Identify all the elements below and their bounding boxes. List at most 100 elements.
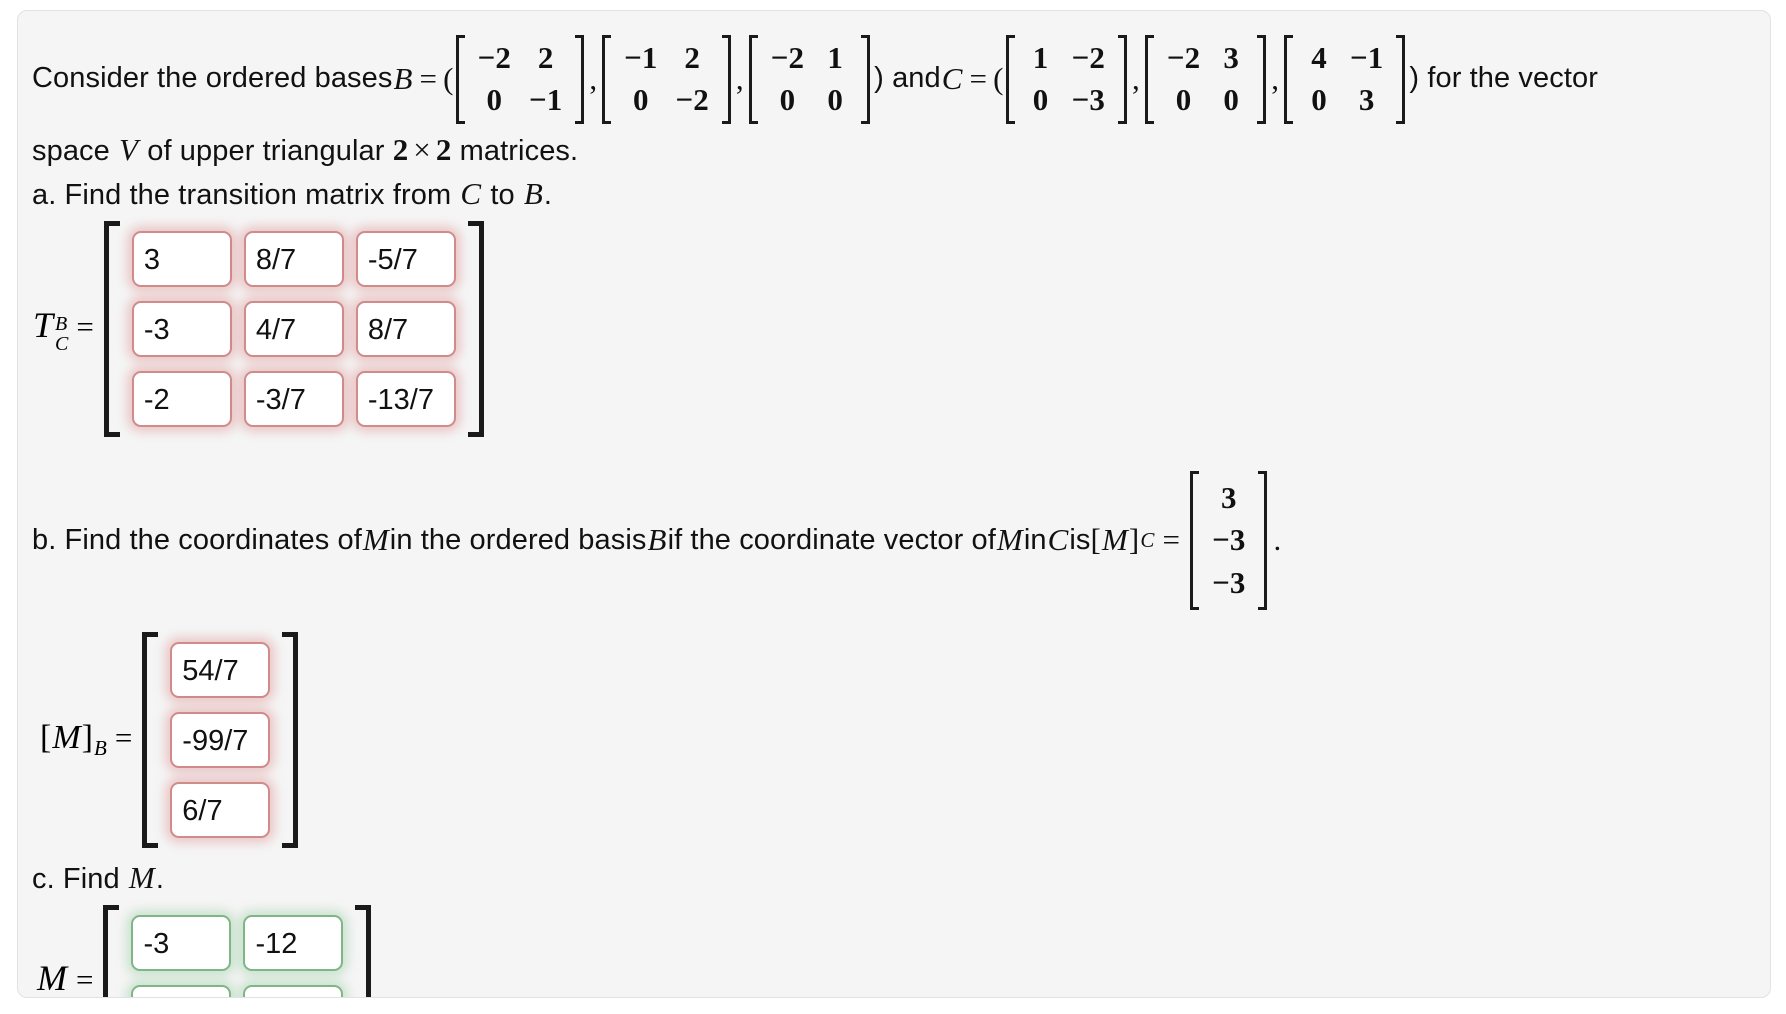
basis-b-matrix-2: −1 2 0 −2 [602, 35, 731, 124]
matrix-cell: 0 [779, 82, 796, 118]
problem-statement-line1: Consider the ordered bases B = ( −2 2 0 … [32, 35, 1740, 124]
problem-statement-line2: space V of upper triangular 2 × 2 matrices… [32, 130, 1740, 171]
part-b-input-r3[interactable]: 6/7 [170, 781, 271, 838]
part-a-input-r3c2[interactable]: -3/7 [243, 370, 344, 427]
part-c-input-r1c2[interactable]: -12 [243, 914, 344, 971]
part-a-input-r1c2[interactable]: 8/7 [243, 230, 344, 287]
matrices-text: matrices. [451, 134, 579, 167]
matrix-cell: −1 [528, 82, 563, 118]
matrix-cell: 2 [537, 40, 554, 75]
transition-matrix-indices: BC [54, 313, 69, 356]
vector-cell: 3 [1220, 479, 1237, 515]
part-a-prompt-end: . [543, 179, 553, 212]
part-a-equals: = [76, 309, 94, 345]
basis-b-symbol: B [393, 61, 413, 97]
part-b-input-r2[interactable]: -99/7 [170, 711, 271, 768]
matrix-cell: 0 [1223, 82, 1239, 118]
part-c-input-r1c1[interactable]: -3 [131, 914, 232, 971]
basis-c-symbol: C [941, 61, 963, 97]
part-b-basis-c: C [1047, 522, 1069, 558]
bracket-left [1190, 470, 1200, 610]
spacer-after-part-a [32, 437, 1740, 471]
matrix-cell: 0 [633, 82, 649, 118]
matrix-cell: 0 [1311, 82, 1327, 118]
coord-subscript-c: C [1140, 527, 1155, 552]
part-a-input-r2c1[interactable]: -3 [131, 300, 232, 357]
matrix-cell: −1 [624, 40, 658, 75]
part-b-label-subscript-b: B [93, 735, 107, 760]
bracket-right [575, 35, 585, 124]
part-a-input-r3c1[interactable]: -2 [131, 370, 232, 427]
part-c-prompt-end: . [155, 862, 164, 895]
comma-4: , [1271, 61, 1280, 97]
matrix-cell: 1 [827, 40, 843, 75]
paren-open-b: ( [443, 61, 454, 97]
part-a-input-r2c3[interactable]: 8/7 [355, 300, 456, 357]
paren-open-c: ( [993, 61, 1004, 97]
coord-bracket-close: ] [1128, 522, 1140, 558]
and-text: ) and [874, 62, 941, 95]
part-c-matrix: -3 -12 0 -18 [103, 904, 372, 997]
basis-b-matrix-3: −2 1 0 0 [748, 35, 871, 124]
coord-bracket-open: [ [1090, 522, 1101, 558]
times-symbol: × [413, 131, 431, 167]
vector-space-symbol: V [119, 131, 139, 167]
part-c-input-r2c2[interactable]: -18 [243, 984, 344, 997]
part-a-input-r1c1[interactable]: 3 [131, 230, 232, 287]
part-a-prompt-pre: a. Find the transition matrix from [32, 179, 460, 212]
part-c-label-equals: = [76, 961, 94, 997]
part-c-input-r2c1[interactable]: 0 [131, 984, 232, 997]
part-b-matrix-m-1: M [362, 522, 389, 558]
bracket-left [142, 631, 159, 848]
comma-2: , [735, 61, 744, 97]
bracket-left [1144, 35, 1154, 124]
bracket-right [861, 35, 871, 124]
part-b-period: . [1273, 522, 1282, 558]
matrix-cell: 4 [1311, 40, 1327, 75]
part-b-label-equals: = [114, 720, 133, 756]
matrix-cell: −1 [1350, 40, 1384, 75]
bracket-left [748, 35, 758, 124]
part-a-prompt-mid: to [482, 179, 523, 212]
equals-sign-1: = [419, 61, 438, 97]
basis-c-matrix-2: −2 3 0 0 [1144, 35, 1267, 124]
bracket-left [103, 904, 120, 997]
bracket-right [467, 220, 484, 437]
vector-cell: −3 [1212, 522, 1246, 558]
part-b-prompt-3: if the coordinate vector of [667, 523, 996, 556]
part-a-input-r3c3[interactable]: -13/7 [355, 370, 456, 427]
basis-c-matrix-3: 4 −1 0 3 [1284, 35, 1406, 124]
matrix-cell: 0 [1175, 82, 1192, 118]
part-a-input-r2c2[interactable]: 4/7 [243, 300, 344, 357]
part-b-label-bracket-close: ] [81, 719, 93, 757]
spacer-before-part-c [32, 848, 1740, 858]
part-b-label: [M]B = [32, 719, 142, 760]
part-c-matrix-m: M [128, 859, 155, 895]
part-b-matrix-m-2: M [996, 522, 1023, 558]
matrix-cell: 0 [1032, 82, 1049, 118]
vector-cell: −3 [1212, 564, 1246, 600]
bracket-left [1284, 35, 1294, 124]
part-a-input-r1c3[interactable]: -5/7 [355, 230, 456, 287]
part-a-matrix: 3 8/7 -5/7 -3 4/7 8/7 -2 -3/7 -13/7 [103, 220, 484, 437]
coord-vector-m: M [1101, 522, 1128, 558]
part-b-label-bracket-open: [ [40, 719, 52, 757]
matrix-cell: −2 [770, 40, 805, 75]
part-b-prompt-4: in [1023, 523, 1047, 556]
subscript-c: C [55, 333, 69, 356]
trailing-text: ) for the vector [1409, 62, 1598, 95]
bracket-right [1257, 35, 1267, 124]
part-c-label: M = [32, 957, 103, 997]
part-a-prompt: a. Find the transition matrix from C to … [32, 174, 1740, 215]
part-a-basis-b: B [523, 176, 543, 212]
dimension-2-first: 2 [392, 131, 409, 167]
part-b-input-r1[interactable]: 54/7 [170, 641, 271, 698]
space-word: space [32, 134, 119, 167]
spacer-before-part-b-answer [32, 610, 1740, 632]
part-b-basis-b: B [647, 522, 667, 558]
part-c-answer-block: M= -3 -12 0 -18 [32, 904, 1740, 997]
bracket-left [1005, 35, 1015, 124]
transition-matrix-symbol: T [33, 305, 54, 346]
matrix-cell: 0 [486, 82, 503, 118]
part-b-equals: = [1162, 522, 1181, 558]
